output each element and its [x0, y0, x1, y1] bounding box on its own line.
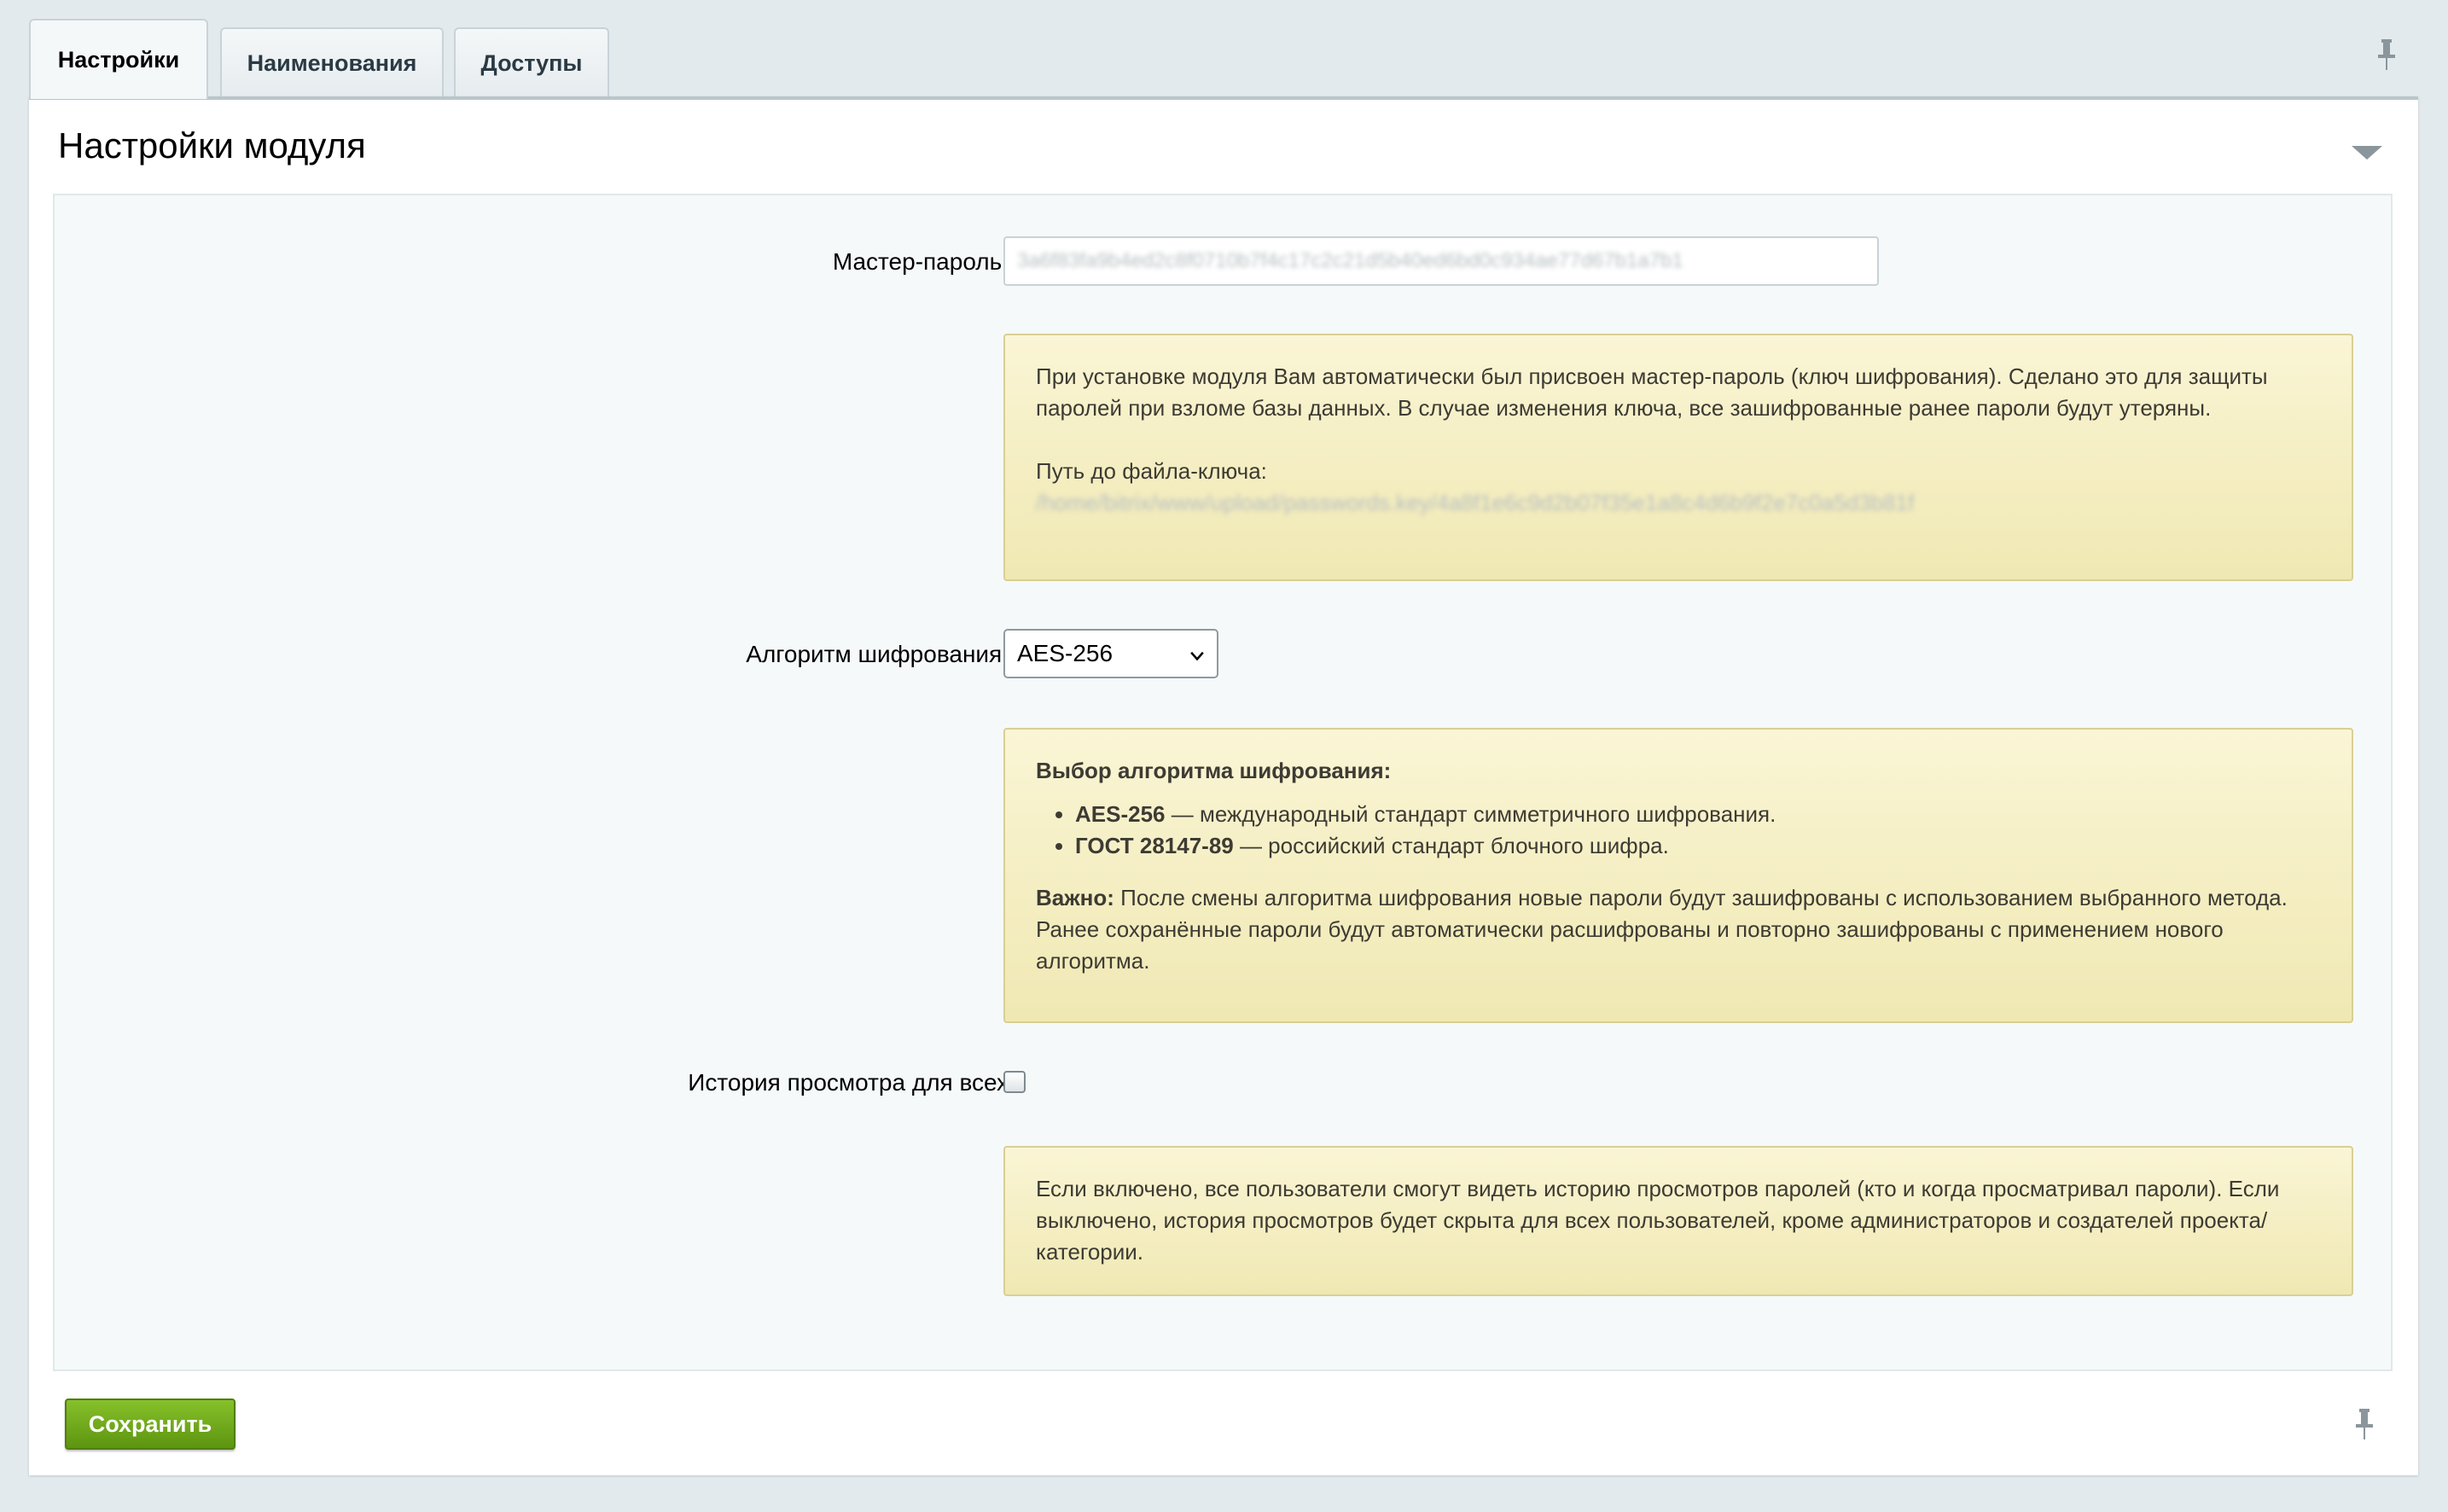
- algorithm-label: Алгоритм шифрования:: [746, 641, 1009, 667]
- master-password-label: Мастер-пароль:: [832, 248, 1009, 275]
- master-password-note: При установке модуля Вам автоматически б…: [1003, 334, 2353, 581]
- algorithm-list: AES-256 — международный стандарт симметр…: [1036, 799, 2321, 862]
- collapse-icon[interactable]: [2350, 142, 2384, 163]
- pin-icon[interactable]: [2374, 38, 2399, 72]
- settings-panel: Настройки модуля Мастер-пароль: 3a6f83fa…: [29, 96, 2418, 1475]
- chevron-down-icon: [1189, 640, 1205, 667]
- section-title: Настройки модуля: [58, 125, 366, 166]
- algorithm-desc: — российский стандарт блочного шифра.: [1233, 833, 1669, 858]
- algorithm-select[interactable]: AES-256: [1003, 629, 1218, 678]
- algorithm-selected: AES-256: [1017, 640, 1114, 666]
- settings-form: Мастер-пароль: 3a6f83fa9b4ed2c8f0710b7f4…: [53, 194, 2393, 1371]
- history-label: История просмотра для всех: [688, 1069, 1009, 1096]
- save-button[interactable]: Сохранить: [65, 1399, 235, 1450]
- tab-access-label: Доступы: [480, 49, 583, 76]
- algorithm-note: Выбор алгоритма шифрования: AES-256 — ме…: [1003, 728, 2353, 1023]
- tab-access[interactable]: Доступы: [454, 27, 609, 97]
- algorithm-note-heading: Выбор алгоритма шифрования:: [1036, 758, 1392, 783]
- tab-names[interactable]: Наименования: [220, 27, 444, 97]
- tab-settings-label: Настройки: [57, 46, 180, 73]
- algorithm-desc: — международный стандарт симметричного ш…: [1165, 801, 1776, 827]
- tab-settings[interactable]: Настройки: [29, 19, 208, 99]
- algorithm-important: Важно: После смены алгоритма шифрования …: [1036, 882, 2321, 977]
- key-path-label: Путь до файла-ключа:: [1036, 458, 1267, 484]
- algorithm-name: AES-256: [1075, 801, 1166, 827]
- master-password-value: 3a6f83fa9b4ed2c8f0710b7f4c17c2c21d5b40ed…: [1017, 249, 1683, 272]
- key-path-value: /home/bitrix/www/upload/passwords.key/4a…: [1036, 490, 1915, 515]
- algorithm-list-item: ГОСТ 28147-89 — российский стандарт блоч…: [1075, 830, 2321, 862]
- pin-icon[interactable]: [2352, 1407, 2377, 1441]
- history-checkbox[interactable]: [1003, 1071, 1026, 1093]
- master-password-note-text: При установке модуля Вам автоматически б…: [1036, 363, 2268, 421]
- important-label: Важно:: [1036, 885, 1114, 910]
- algorithm-name: ГОСТ 28147-89: [1075, 833, 1234, 858]
- important-text: После смены алгоритма шифрования новые п…: [1036, 885, 2288, 974]
- history-note-text: Если включено, все пользователи смогут в…: [1036, 1176, 2280, 1265]
- algorithm-list-item: AES-256 — международный стандарт симметр…: [1075, 799, 2321, 830]
- master-password-field[interactable]: 3a6f83fa9b4ed2c8f0710b7f4c17c2c21d5b40ed…: [1003, 236, 1879, 286]
- history-note: Если включено, все пользователи смогут в…: [1003, 1146, 2353, 1296]
- tab-names-label: Наименования: [247, 49, 417, 76]
- save-button-label: Сохранить: [88, 1410, 212, 1437]
